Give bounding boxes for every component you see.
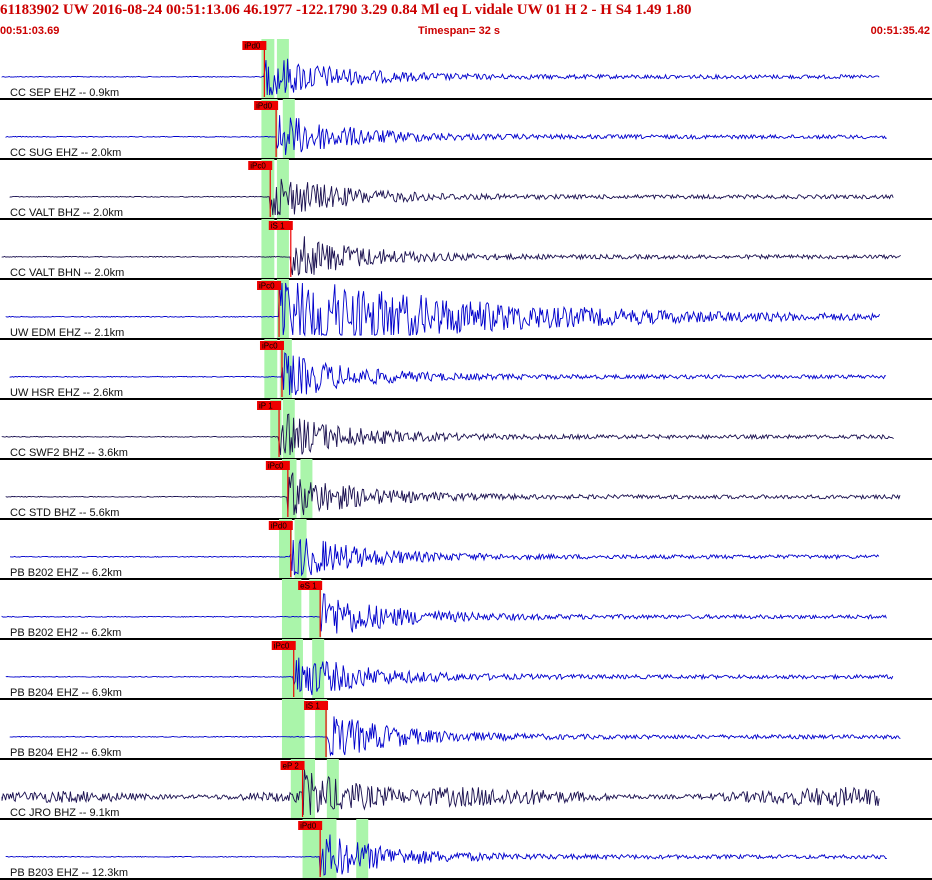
waveform-trace xyxy=(1,593,887,634)
channel-label: PB B204 EHZ -- 6.9km xyxy=(10,687,122,699)
waveform-trace xyxy=(9,538,880,577)
pick-label: iPc0 xyxy=(268,462,284,471)
waveform-trace xyxy=(1,236,901,276)
waveform-trace xyxy=(5,115,887,156)
channel-label: CC SWF2 BHZ -- 3.6km xyxy=(10,447,128,459)
pick-label: iS 1 xyxy=(271,222,285,231)
channel-row[interactable]: iS 1 PB B204 EH2 -- 6.9km xyxy=(0,699,932,760)
pick-label: iPc0 xyxy=(274,642,290,651)
channel-label: UW HSR EHZ -- 2.6km xyxy=(10,387,123,399)
channel-label: CC SUG EHZ -- 2.0km xyxy=(10,147,121,159)
waveform-trace xyxy=(9,178,894,216)
pick-window xyxy=(300,459,313,519)
pick-window xyxy=(281,699,305,759)
pick-label: iPc0 xyxy=(262,342,278,351)
waveform-trace xyxy=(9,716,901,757)
pick-label: eS 1 xyxy=(300,582,317,591)
channel-row[interactable]: eS 1 PB B202 EH2 -- 6.2km xyxy=(0,579,932,640)
channel-label: CC VALT BHZ -- 2.0km xyxy=(10,207,123,219)
pick-label: iP 1 xyxy=(259,402,273,411)
channel-row[interactable]: iPd0 CC SEP EHZ -- 0.9km xyxy=(0,39,932,100)
channel-row[interactable]: iPd0 PB B203 EHZ -- 12.3km xyxy=(0,819,932,880)
pick-label: iPd0 xyxy=(271,522,288,531)
channel-row[interactable]: iPc0 CC VALT BHZ -- 2.0km xyxy=(0,159,932,220)
pick-window xyxy=(282,99,295,159)
waveform-trace xyxy=(9,352,887,396)
channel-row[interactable]: iPc0 UW EDM EHZ -- 2.1km xyxy=(0,279,932,340)
channel-label: CC JRO BHZ -- 9.1km xyxy=(10,807,119,819)
pick-label: iS 1 xyxy=(306,702,320,711)
pick-label: eP 2 xyxy=(283,762,300,771)
pick-label: iPd0 xyxy=(256,102,273,111)
channel-label: PB B202 EHZ -- 6.2km xyxy=(10,567,122,579)
channel-row[interactable]: iPd0 PB B202 EHZ -- 6.2km xyxy=(0,519,932,580)
pick-label: iPc0 xyxy=(250,162,266,171)
pick-label: iPd0 xyxy=(244,42,261,51)
channel-label: PB B204 EH2 -- 6.9km xyxy=(10,747,121,759)
waveform-trace xyxy=(5,282,880,337)
channel-row[interactable]: iPd0 CC SUG EHZ -- 2.0km xyxy=(0,99,932,160)
channel-row[interactable]: iP 1 CC SWF2 BHZ -- 3.6km xyxy=(0,399,932,460)
channel-label: PB B202 EH2 -- 6.2km xyxy=(10,627,121,639)
seismogram-panel[interactable]: iPd0 CC SEP EHZ -- 0.9km iPd0 CC SUG EHZ --… xyxy=(0,0,932,880)
waveform-trace xyxy=(5,657,894,696)
channel-row[interactable]: iPc0 CC STD BHZ -- 5.6km xyxy=(0,459,932,520)
channel-label: UW EDM EHZ -- 2.1km xyxy=(10,327,124,339)
channel-row[interactable]: iPc0 PB B204 EHZ -- 6.9km xyxy=(0,639,932,700)
waveform-trace xyxy=(5,472,901,516)
channel-row[interactable]: iPc0 UW HSR EHZ -- 2.6km xyxy=(0,339,932,400)
waveform-trace xyxy=(1,413,894,456)
waveform-trace xyxy=(1,58,880,96)
channel-label: CC SEP EHZ -- 0.9km xyxy=(10,87,119,99)
waveform-trace xyxy=(1,769,880,816)
channel-row[interactable]: iS 1 CC VALT BHN -- 2.0km xyxy=(0,219,932,280)
waveform-trace xyxy=(5,834,887,876)
pick-window xyxy=(312,639,325,699)
pick-label: iPc0 xyxy=(259,282,275,291)
channel-label: CC VALT BHN -- 2.0km xyxy=(10,267,124,279)
channel-label: CC STD BHZ -- 5.6km xyxy=(10,507,119,519)
pick-label: iPd0 xyxy=(300,822,317,831)
channel-label: PB B203 EHZ -- 12.3km xyxy=(10,867,128,879)
channel-row[interactable]: eP 2 CC JRO BHZ -- 9.1km xyxy=(0,759,932,820)
pick-window xyxy=(326,759,339,819)
